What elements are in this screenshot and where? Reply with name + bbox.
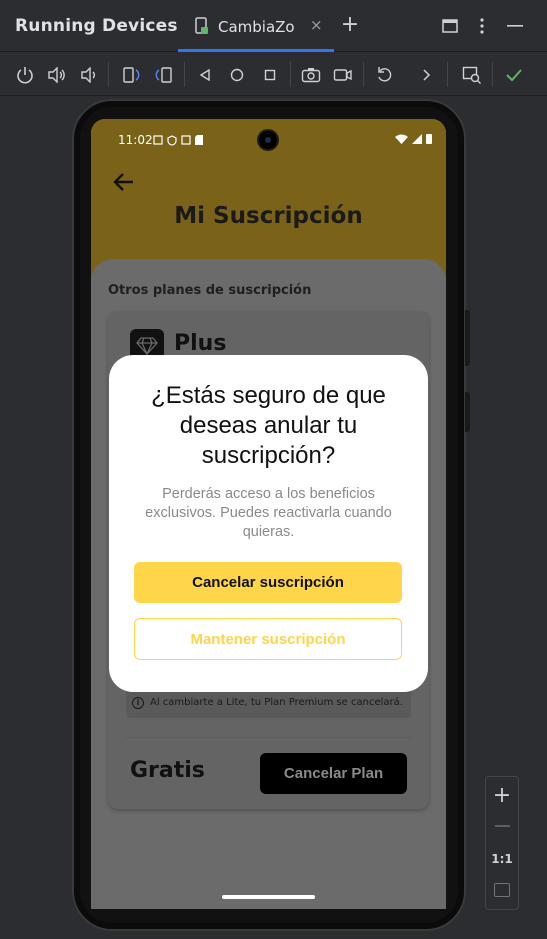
tab-cambiazo[interactable]: CambiaZo ×	[178, 0, 334, 52]
power-icon[interactable]	[13, 63, 37, 87]
window-layout-icon[interactable]	[438, 14, 462, 38]
panel-title: Running Devices	[15, 16, 178, 36]
cancel-subscription-button[interactable]: Cancelar suscripción	[134, 562, 402, 603]
device-toolbar	[0, 53, 547, 96]
close-icon[interactable]: ×	[310, 16, 323, 34]
zoom-controls: + 1:1	[485, 776, 519, 910]
sd-card-icon	[195, 135, 203, 145]
cancel-plan-button[interactable]: Cancelar Plan	[260, 753, 407, 794]
device-icon	[195, 17, 208, 34]
mirror-icon[interactable]	[460, 63, 484, 87]
zoom-out-icon[interactable]	[495, 825, 510, 827]
status-time: 11:02	[118, 133, 153, 147]
device-volume-button	[465, 310, 470, 366]
notification-icon	[153, 135, 163, 145]
confirm-dialog: ¿Estás seguro de que deseas anular tu su…	[109, 355, 428, 692]
title-bar: Running Devices CambiaZo × +	[0, 0, 547, 52]
rotate-right-icon[interactable]	[152, 63, 176, 87]
wifi-icon	[395, 134, 408, 144]
undo-icon[interactable]	[373, 63, 397, 87]
dialog-title: ¿Estás seguro de que deseas anular tu su…	[151, 382, 386, 469]
back-icon[interactable]	[193, 63, 217, 87]
more-icon[interactable]	[414, 63, 438, 87]
divider	[126, 737, 411, 738]
status-notification-icons	[153, 133, 203, 147]
zoom-in-icon[interactable]: +	[486, 783, 518, 808]
keep-subscription-button[interactable]: Mantener suscripción	[134, 618, 402, 660]
screen-record-icon[interactable]	[331, 63, 355, 87]
shield-icon	[167, 134, 177, 146]
free-plan-label: Gratis	[130, 758, 205, 783]
battery-icon	[426, 134, 432, 144]
volume-down-icon[interactable]	[77, 63, 101, 87]
minimize-icon[interactable]	[503, 14, 527, 38]
volume-up-icon[interactable]	[45, 63, 69, 87]
front-camera	[257, 129, 279, 151]
signal-icon	[412, 133, 422, 144]
back-arrow-icon[interactable]	[111, 169, 137, 195]
tab-active-indicator	[178, 49, 334, 52]
screenshot-icon[interactable]	[299, 63, 323, 87]
section-label: Otros planes de suscripción	[108, 283, 312, 298]
more-options-icon[interactable]	[470, 14, 494, 38]
notification-icon	[181, 135, 191, 145]
device-power-button	[465, 392, 470, 432]
info-icon: i	[132, 696, 144, 709]
overview-icon[interactable]	[258, 63, 282, 87]
plan-name: Plus	[174, 331, 227, 356]
home-indicator[interactable]	[222, 895, 315, 899]
rotate-left-icon[interactable]	[119, 63, 143, 87]
page-title: Mi Suscripción	[174, 203, 363, 229]
add-tab-icon[interactable]: +	[338, 12, 362, 37]
tab-label: CambiaZo	[218, 18, 295, 36]
home-icon[interactable]	[225, 63, 249, 87]
fit-screen-icon[interactable]	[494, 883, 510, 897]
status-system-icons	[395, 133, 432, 144]
check-icon[interactable]	[502, 63, 526, 87]
actual-size-button[interactable]: 1:1	[486, 852, 518, 866]
notice-text: Al cambiarte a Lite, tu Plan Premium se …	[150, 697, 403, 708]
dialog-body: Perderás acceso a los beneficios exclusi…	[145, 486, 392, 540]
